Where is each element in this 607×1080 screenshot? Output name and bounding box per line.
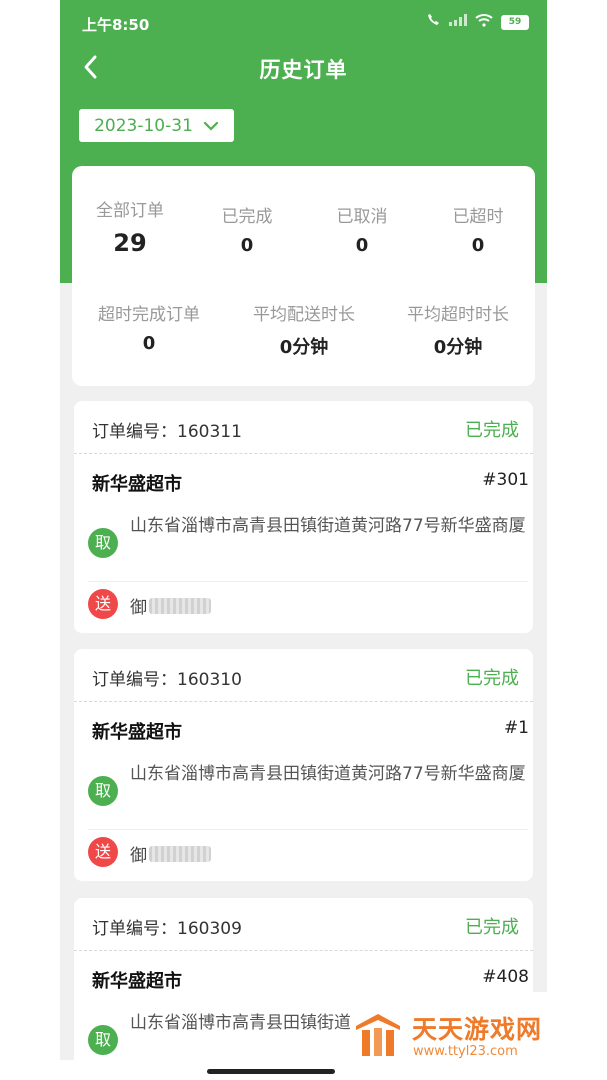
watermark-logo-icon [356, 1014, 400, 1056]
stat-completed[interactable]: 已完成 0 [207, 202, 287, 256]
stat-avg-timeout[interactable]: 平均超时时长 0分钟 [393, 300, 523, 359]
signal-icon [449, 14, 467, 30]
stat-value: 29 [113, 229, 147, 257]
order-number: 订单编号：160311 [92, 422, 242, 442]
order-status: 已完成 [465, 917, 519, 938]
delivery-badge: 送 [88, 589, 118, 619]
stat-label: 全部订单 [96, 201, 164, 221]
stat-value: 0分钟 [279, 337, 329, 358]
stat-label: 平均配送时长 [253, 305, 355, 325]
receiver: 御 [130, 841, 211, 866]
receiver-name: 御 [130, 598, 147, 618]
stat-avg-delivery[interactable]: 平均配送时长 0分钟 [239, 300, 369, 359]
watermark: 天天游戏网 www.ttyl23.com [350, 992, 557, 1064]
pickup-address: 山东省淄博市高青县田镇街道黄河路77号新华盛商厦 [130, 764, 526, 784]
call-icon [425, 13, 441, 31]
pickup-badge: 取 [88, 528, 118, 558]
stat-label: 平均超时时长 [407, 305, 509, 325]
stats-card: 全部订单 29 已完成 0 已取消 0 已超时 0 超时完成订单 0 平均配送时… [72, 166, 535, 386]
order-header: 订单编号：160311 已完成 [74, 401, 533, 454]
stat-label: 已超时 [452, 207, 504, 227]
delivery-badge: 送 [88, 837, 118, 867]
phone-screen: 上午8:50 59 历史订单 2023-10-31 全部订单 29 已完成 0 … [60, 0, 547, 1060]
order-card[interactable]: 订单编号：160311 已完成 新华盛超市 #301 取 山东省淄博市高青县田镇… [74, 401, 533, 633]
pickup-address: 山东省淄博市高青县田镇街道黄河路77号新华盛商厦 [130, 516, 526, 536]
stat-value: 0 [240, 235, 254, 256]
receiver: 御 [130, 593, 211, 618]
order-card[interactable]: 订单编号：160310 已完成 新华盛超市 #1 取 山东省淄博市高青县田镇街道… [74, 649, 533, 881]
stat-all-orders[interactable]: 全部订单 29 [90, 196, 170, 257]
divider [88, 829, 528, 830]
order-header: 订单编号：160309 已完成 [74, 898, 533, 951]
divider [88, 581, 528, 582]
shop-name: 新华盛超市 [92, 474, 182, 495]
shop-code: #301 [482, 470, 529, 490]
pickup-badge: 取 [88, 1025, 118, 1055]
shop-name: 新华盛超市 [92, 971, 182, 992]
date-picker[interactable]: 2023-10-31 [79, 109, 234, 142]
redacted-text [149, 845, 211, 862]
stat-timeout[interactable]: 已超时 0 [438, 202, 518, 256]
home-indicator[interactable] [207, 1069, 335, 1074]
order-status: 已完成 [465, 668, 519, 689]
shop-code: #408 [482, 967, 529, 987]
status-icons: 59 [425, 13, 529, 31]
order-header: 订单编号：160310 已完成 [74, 649, 533, 702]
receiver-name: 御 [130, 846, 147, 866]
battery-icon: 59 [501, 14, 529, 30]
pickup-badge: 取 [88, 776, 118, 806]
order-number: 订单编号：160309 [92, 919, 242, 939]
order-status: 已完成 [465, 420, 519, 441]
stat-timeout-completed[interactable]: 超时完成订单 0 [84, 300, 214, 354]
redacted-text [149, 597, 211, 614]
stat-cancelled[interactable]: 已取消 0 [322, 202, 402, 256]
watermark-title: 天天游戏网 [412, 1015, 543, 1044]
shop-name: 新华盛超市 [92, 722, 182, 743]
chevron-down-icon [203, 121, 218, 131]
page-title: 历史订单 [259, 58, 348, 82]
status-time: 上午8:50 [82, 16, 150, 34]
watermark-url: www.ttyl23.com [413, 1044, 518, 1059]
stat-label: 超时完成订单 [98, 305, 200, 325]
date-value: 2023-10-31 [94, 115, 193, 136]
wifi-icon [475, 13, 493, 31]
shop-code: #1 [503, 718, 529, 738]
status-bar: 上午8:50 59 [60, 0, 547, 46]
stat-value: 0分钟 [433, 337, 483, 358]
stat-label: 已取消 [336, 207, 388, 227]
stat-value: 0 [142, 333, 156, 354]
stat-label: 已完成 [221, 207, 273, 227]
order-number: 订单编号：160310 [92, 670, 242, 690]
stat-value: 0 [355, 235, 369, 256]
nav-bar: 历史订单 [60, 46, 547, 90]
stat-value: 0 [471, 235, 485, 256]
